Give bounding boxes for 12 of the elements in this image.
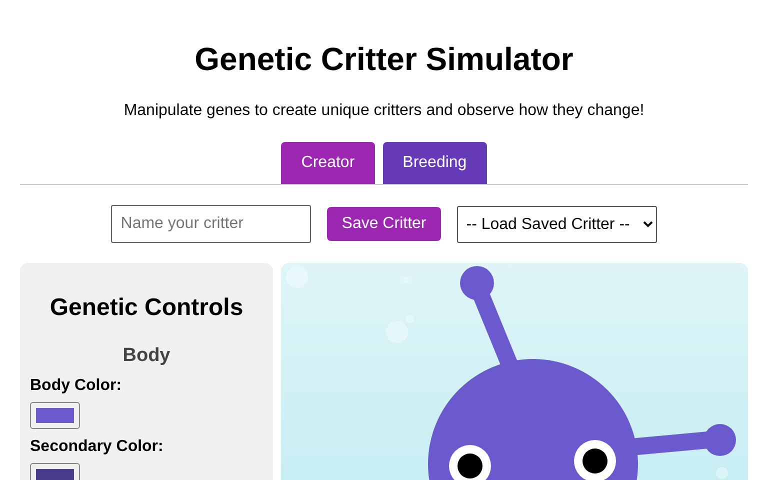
section-heading: Body — [122, 344, 172, 368]
field-label: Secondary Color: — [30, 437, 164, 458]
save-button[interactable]: Save Critter — [326, 207, 442, 241]
name-input-field[interactable]: Name your critter — [110, 205, 311, 243]
load-dropdown[interactable]: -- Load Saved Critter -- — [457, 206, 658, 242]
page-title: Genetic Critter Simulator — [194, 40, 574, 78]
field-label: Body Color: — [30, 376, 123, 396]
tab[interactable]: Breeding — [382, 142, 487, 184]
tab[interactable]: Creator — [281, 142, 375, 184]
page-subtitle: Manipulate genes to create unique critters and observe how they change! — [122, 101, 646, 121]
panel-heading: Genetic Controls — [48, 294, 244, 323]
color-picker[interactable] — [30, 402, 80, 430]
